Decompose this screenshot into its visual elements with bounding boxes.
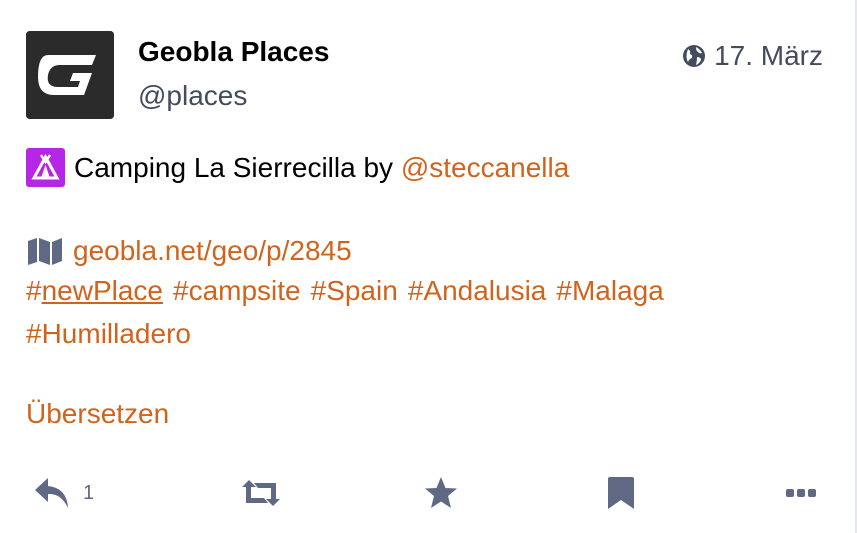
hashtag-symbol: # bbox=[26, 275, 42, 306]
reply-count: 1 bbox=[83, 481, 95, 504]
timestamp-text: 17. März bbox=[714, 40, 823, 71]
place-link[interactable]: geobla.net/geo/p/2845 bbox=[73, 233, 352, 269]
hashtag-line: #Humilladero bbox=[26, 312, 826, 355]
avatar[interactable] bbox=[26, 31, 114, 119]
globe-icon bbox=[683, 45, 706, 67]
geobla-logo-icon bbox=[26, 31, 114, 119]
hashtag-name: Andalusia bbox=[423, 275, 547, 306]
star-icon bbox=[425, 477, 457, 508]
status-content: Camping La Sierrecilla by @steccanella g… bbox=[26, 148, 826, 355]
more-options-button[interactable] bbox=[786, 470, 816, 516]
boost-button[interactable] bbox=[240, 470, 282, 516]
status-action-bar: 1 bbox=[0, 470, 857, 516]
hashtag-name: Humilladero bbox=[41, 318, 191, 349]
ellipsis-icon bbox=[786, 489, 816, 497]
mention-link[interactable]: @steccanella bbox=[401, 150, 570, 186]
status-title-text: Camping La Sierrecilla by bbox=[74, 151, 401, 183]
bookmark-button[interactable] bbox=[607, 470, 635, 516]
author-username[interactable]: @places bbox=[138, 80, 247, 112]
hashtag-symbol: # bbox=[310, 275, 327, 306]
hashtag-link[interactable]: #campsite bbox=[173, 269, 301, 312]
bookmark-icon bbox=[608, 477, 634, 509]
translate-link[interactable]: Übersetzen bbox=[26, 396, 169, 432]
hashtag-name: Malaga bbox=[571, 275, 664, 306]
status-timestamp[interactable]: 17. März bbox=[682, 40, 823, 72]
map-icon bbox=[28, 238, 62, 265]
hashtag-link[interactable]: #Andalusia bbox=[408, 269, 547, 312]
hashtag-link[interactable]: #Malaga bbox=[556, 269, 663, 312]
hashtag-name: Spain bbox=[326, 275, 398, 306]
hashtag-symbol: # bbox=[172, 275, 189, 306]
hashtag-line: #newPlace #campsite #Spain #Andalusia #Malag… bbox=[26, 269, 826, 312]
boost-icon bbox=[242, 480, 280, 506]
reply-button[interactable]: 1 bbox=[33, 470, 94, 516]
hashtag-list: #newPlace #campsite #Spain #Andalusia #Malag… bbox=[26, 269, 826, 355]
author-display-name[interactable]: Geobla Places bbox=[138, 36, 329, 68]
tent-emoji-icon bbox=[26, 148, 65, 187]
hashtag-link[interactable]: #Spain bbox=[311, 269, 398, 312]
hashtag-link[interactable]: #Humilladero bbox=[26, 312, 191, 355]
hashtag-symbol: # bbox=[26, 318, 42, 349]
hashtag-link[interactable]: #newPlace bbox=[26, 269, 163, 312]
status-title-line: Camping La Sierrecilla by @steccanella bbox=[26, 148, 826, 187]
reply-icon bbox=[35, 478, 68, 508]
hashtag-name: newPlace bbox=[41, 275, 163, 306]
hashtag-symbol: # bbox=[407, 275, 424, 306]
hashtag-symbol: # bbox=[556, 275, 572, 306]
hashtag-name: campsite bbox=[188, 275, 301, 306]
favourite-button[interactable] bbox=[423, 470, 459, 516]
link-line: geobla.net/geo/p/2845 bbox=[26, 233, 826, 269]
